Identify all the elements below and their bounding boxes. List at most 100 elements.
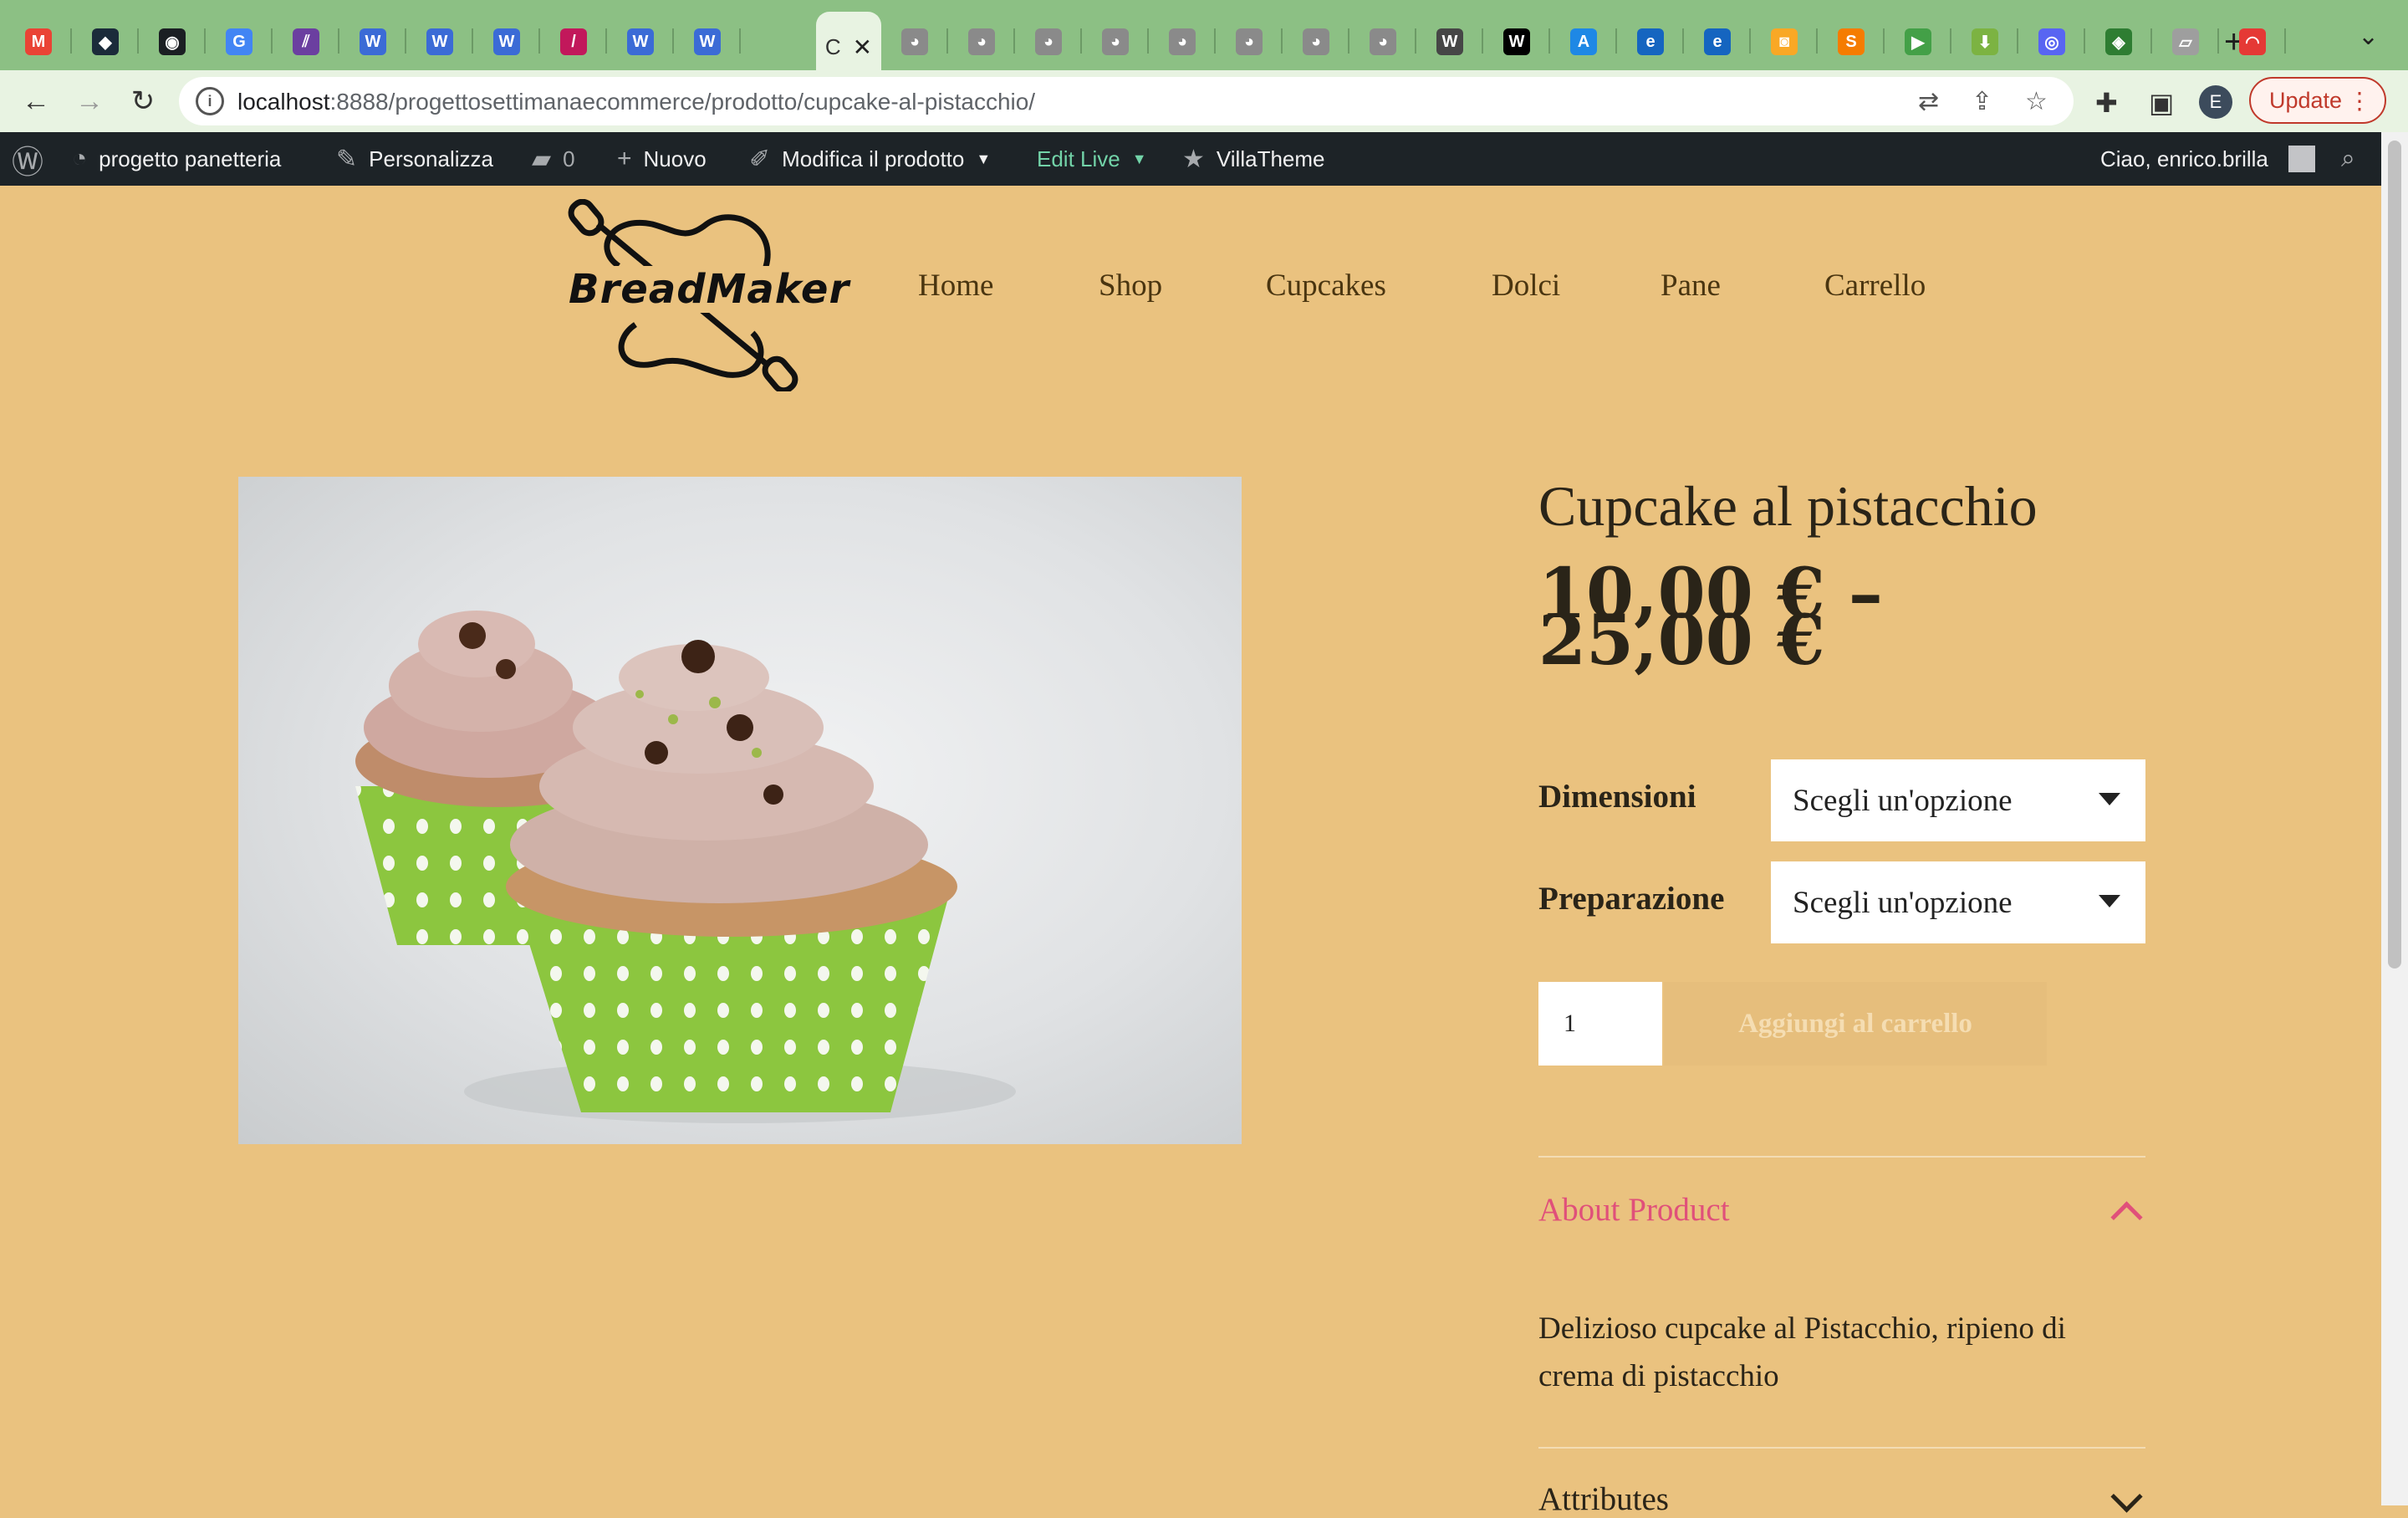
browser-tab[interactable]: ◕ <box>1161 17 1216 67</box>
tab-separator <box>1749 28 1751 54</box>
nav-link-cupcakes[interactable]: Cupcakes <box>1266 268 1386 304</box>
browser-tab[interactable]: W <box>619 17 674 67</box>
browser-tab[interactable]: ◠ <box>2231 17 2286 67</box>
url-text[interactable]: localhost:8888/progettosettimanaecommerc… <box>237 89 1035 115</box>
orange-app-icon: ◙ <box>1771 28 1798 55</box>
chevron-down-icon[interactable] <box>2110 1480 2143 1513</box>
url-host: localhost <box>237 89 330 115</box>
about-product-tab[interactable]: About Product <box>1538 1191 1730 1229</box>
browser-tab[interactable]: W <box>1428 17 1483 67</box>
browser-tab[interactable]: ◕ <box>1294 17 1349 67</box>
account-menu[interactable]: Ciao, enrico.brilla <box>2100 132 2315 186</box>
browser-tab[interactable]: ◈ <box>2097 17 2152 67</box>
browser-tab[interactable]: ◉ <box>150 17 206 67</box>
attributes-tab[interactable]: Attributes <box>1538 1480 1669 1518</box>
browser-tab[interactable]: ◕ <box>893 17 948 67</box>
site-name-label: progetto panetteria <box>99 146 282 171</box>
paintbrush-icon: ✎ <box>336 145 358 173</box>
browser-tab[interactable]: ⫽ <box>284 17 339 67</box>
discord-icon: ◎ <box>2038 28 2065 55</box>
dimensioni-select[interactable]: Scegli un'opzione <box>1771 759 2145 841</box>
extensions-puzzle-icon[interactable]: ✚ <box>2095 87 2118 119</box>
page-scrollbar[interactable] <box>2381 132 2408 1505</box>
tab-separator <box>338 28 339 54</box>
product-price: 10,00 € – 25,00 € <box>1538 560 2124 675</box>
side-panel-icon[interactable]: ▣ <box>2149 87 2174 119</box>
browser-tab[interactable]: ▶ <box>1896 17 1951 67</box>
nav-link-shop[interactable]: Shop <box>1099 268 1162 304</box>
accordion-divider <box>1538 1156 2145 1158</box>
add-to-cart-button[interactable]: Aggiungi al carrello <box>1664 982 2047 1066</box>
comments-link[interactable]: ▰ 0 <box>532 132 575 186</box>
close-tab-icon[interactable]: ✕ <box>853 33 872 61</box>
tab-separator <box>1950 28 1951 54</box>
browser-tab[interactable]: A <box>1562 17 1617 67</box>
plus-icon: + <box>617 145 632 172</box>
edit-product-link[interactable]: ✐ Modifica il prodotto ▼ <box>749 132 991 186</box>
browser-tab[interactable]: ◕ <box>1361 17 1416 67</box>
browser-tab[interactable]: W <box>485 17 540 67</box>
browser-tab[interactable]: e <box>1696 17 1751 67</box>
tab-separator <box>605 28 607 54</box>
share-icon[interactable]: ⇪ <box>1972 87 1992 116</box>
browser-tab[interactable]: ▱ <box>2164 17 2219 67</box>
site-info-icon[interactable]: i <box>196 87 224 115</box>
browser-tab[interactable]: ◕ <box>1027 17 1082 67</box>
search-icon[interactable]: ⌕ <box>2341 132 2355 186</box>
browser-tab[interactable]: W <box>351 17 406 67</box>
browser-tab[interactable]: ⬇ <box>1963 17 2018 67</box>
site-name-link[interactable]: ◔ progetto panetteria <box>72 132 281 186</box>
logo-text: BreadMaker <box>565 266 854 313</box>
tab-separator <box>1883 28 1885 54</box>
villatheme-link[interactable]: ★ VillaTheme <box>1182 132 1325 186</box>
tab-search-chevron-icon[interactable]: ⌄ <box>2358 22 2379 51</box>
play-icon: ▶ <box>1905 28 1931 55</box>
forward-arrow-icon[interactable]: → <box>70 82 109 120</box>
browser-tab[interactable]: G <box>217 17 273 67</box>
browser-tab[interactable]: ◎ <box>2030 17 2085 67</box>
browser-tab[interactable]: / <box>552 17 607 67</box>
update-button[interactable]: Update ⋮ <box>2249 77 2386 124</box>
browser-tab[interactable]: W <box>686 17 741 67</box>
more-menu-icon[interactable]: ⋮ <box>2348 87 2371 115</box>
active-tab-label: C <box>824 33 841 59</box>
google-icon: G <box>226 28 253 55</box>
browser-tab[interactable]: S <box>1829 17 1885 67</box>
tab-separator <box>2084 28 2085 54</box>
address-bar[interactable]: i localhost:8888/progettosettimanaecomme… <box>179 77 2074 125</box>
chevron-up-icon[interactable] <box>2110 1201 2143 1234</box>
product-image[interactable] <box>238 477 1242 1144</box>
browser-tab[interactable]: ◕ <box>1094 17 1149 67</box>
browser-tab[interactable]: W <box>1495 17 1550 67</box>
browser-tab[interactable]: W <box>418 17 473 67</box>
tab-separator <box>672 28 674 54</box>
nav-link-carrello[interactable]: Carrello <box>1824 268 1926 304</box>
tab-separator <box>739 28 741 54</box>
bookmark-star-icon[interactable]: ☆ <box>2025 87 2048 116</box>
wordpress-logo-icon[interactable]: Ⓦ <box>12 132 43 186</box>
new-content-link[interactable]: + Nuovo <box>617 132 707 186</box>
mamp-icon: ◕ <box>1370 28 1396 55</box>
mamp-icon: ◕ <box>1035 28 1062 55</box>
caret-down-icon <box>2099 793 2120 805</box>
browser-tab[interactable]: ◕ <box>1227 17 1283 67</box>
nav-link-dolci[interactable]: Dolci <box>1492 268 1560 304</box>
browser-tab[interactable]: ◆ <box>84 17 139 67</box>
preparazione-select[interactable]: Scegli un'opzione <box>1771 861 2145 943</box>
accordion-divider <box>1538 1447 2145 1449</box>
translate-icon[interactable]: ⇄ <box>1918 87 1939 116</box>
browser-tab[interactable]: ◕ <box>960 17 1015 67</box>
nav-link-pane[interactable]: Pane <box>1661 268 1721 304</box>
back-arrow-icon[interactable]: ← <box>17 82 55 120</box>
browser-tab[interactable]: ◙ <box>1763 17 1818 67</box>
nav-link-home[interactable]: Home <box>918 268 993 304</box>
quantity-input[interactable]: 1 <box>1538 982 1662 1066</box>
scrollbar-thumb[interactable] <box>2388 141 2401 969</box>
customize-link[interactable]: ✎ Personalizza <box>336 132 493 186</box>
edit-live-link[interactable]: Edit Live ▼ <box>1037 132 1147 186</box>
rainbow-icon: ◠ <box>2239 28 2266 55</box>
reload-icon[interactable]: ↻ <box>124 82 162 120</box>
browser-tab[interactable]: M <box>17 17 72 67</box>
profile-avatar[interactable]: E <box>2199 85 2232 119</box>
browser-tab[interactable]: e <box>1629 17 1684 67</box>
